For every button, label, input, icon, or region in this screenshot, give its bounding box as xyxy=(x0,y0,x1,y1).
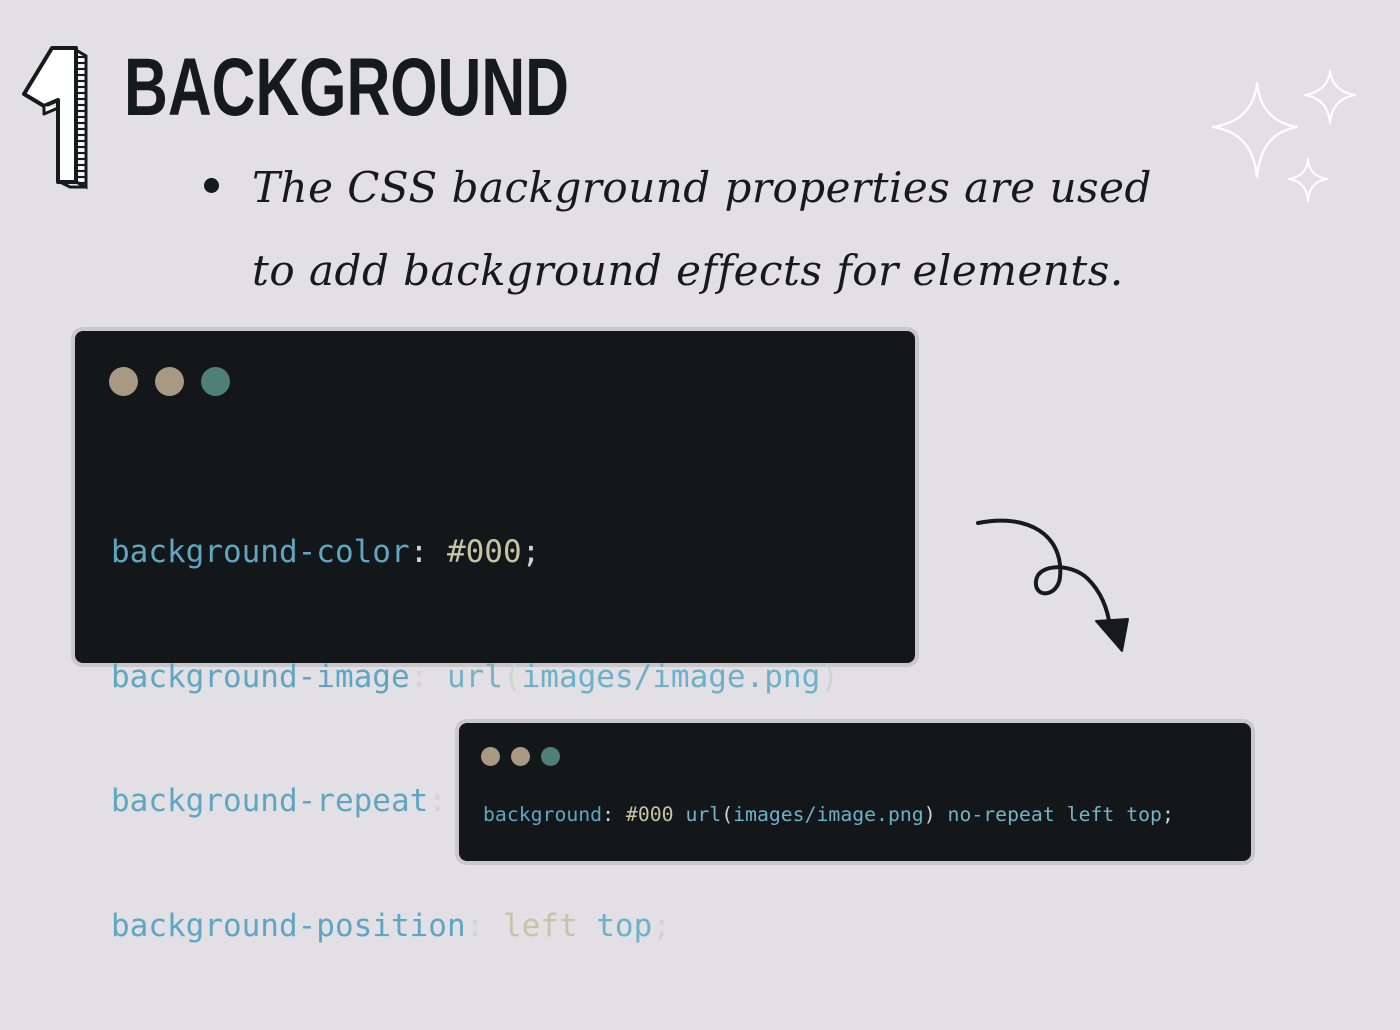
code-line: background-image: url(images/image.png) xyxy=(111,657,839,699)
number-one-label: 1 xyxy=(18,42,19,43)
code-separator: : xyxy=(602,803,626,826)
page-title: BACKGROUND xyxy=(124,42,569,133)
longhand-code-window: background-color: #000; background-image… xyxy=(75,331,915,944)
code-semicolon: ; xyxy=(521,534,541,570)
code-value: left xyxy=(1066,803,1115,826)
curly-arrow-icon xyxy=(976,518,1129,652)
window-dots-icon xyxy=(481,747,560,766)
code-semicolon: ; xyxy=(652,907,671,944)
code-paren-open: ( xyxy=(502,658,522,695)
code-paren-open: ( xyxy=(721,803,734,826)
code-property: background-image xyxy=(111,658,410,695)
description-text: The CSS background properties are used t… xyxy=(252,163,1152,295)
window-dots-icon xyxy=(109,367,230,396)
shorthand-code-window: background: #000 url(images/image.png) n… xyxy=(459,723,1251,861)
code-value: #000 xyxy=(625,803,674,826)
sparkles-icon xyxy=(1211,70,1356,202)
code-value: #000 xyxy=(446,534,522,570)
window-dot-2 xyxy=(155,367,184,396)
code-semicolon: ; xyxy=(1161,803,1174,826)
window-dot-1 xyxy=(481,747,500,766)
window-dot-3 xyxy=(201,367,230,396)
code-property: background-position xyxy=(111,907,466,944)
code-paren-close: ) xyxy=(820,658,839,695)
code-value: left xyxy=(502,907,578,944)
shorthand-code-line: background: #000 url(images/image.png) n… xyxy=(483,801,1174,829)
number-one-icon: 1 xyxy=(18,42,88,190)
window-dot-3 xyxy=(541,747,560,766)
code-value: no-repeat xyxy=(947,803,1055,826)
code-separator: : xyxy=(409,658,447,695)
code-path: images/image.png xyxy=(521,658,821,695)
window-dot-1 xyxy=(109,367,138,396)
code-function: url xyxy=(685,803,722,826)
code-separator: : xyxy=(409,534,447,570)
code-function: url xyxy=(446,658,503,695)
code-line: background-position: left top; xyxy=(111,906,839,948)
code-property: background-color xyxy=(111,534,410,570)
code-value: top xyxy=(596,907,653,944)
code-line: background-color: #000; xyxy=(111,532,839,574)
code-paren-close: ) xyxy=(923,803,936,826)
code-path: images/image.png xyxy=(733,803,924,826)
window-dot-2 xyxy=(511,747,530,766)
code-separator: : xyxy=(465,907,503,944)
bullet-point xyxy=(204,178,219,193)
code-property: background-repeat xyxy=(111,783,429,819)
code-value: top xyxy=(1126,803,1162,826)
code-property: background xyxy=(483,803,603,826)
